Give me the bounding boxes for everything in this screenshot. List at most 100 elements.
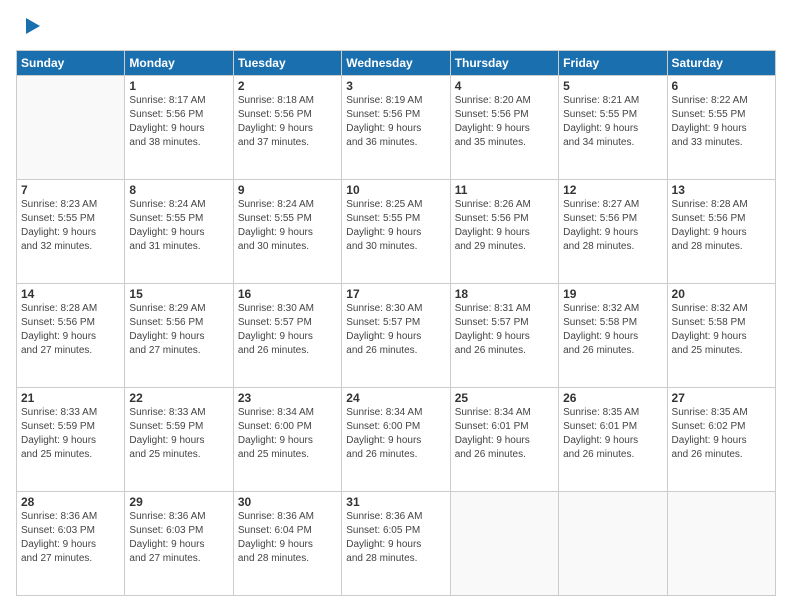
calendar-cell: 24Sunrise: 8:34 AM Sunset: 6:00 PM Dayli… bbox=[342, 388, 450, 492]
day-number: 22 bbox=[129, 391, 228, 405]
weekday-header-friday: Friday bbox=[559, 51, 667, 76]
calendar-cell: 21Sunrise: 8:33 AM Sunset: 5:59 PM Dayli… bbox=[17, 388, 125, 492]
calendar-cell: 27Sunrise: 8:35 AM Sunset: 6:02 PM Dayli… bbox=[667, 388, 775, 492]
calendar-cell: 7Sunrise: 8:23 AM Sunset: 5:55 PM Daylig… bbox=[17, 180, 125, 284]
page: SundayMondayTuesdayWednesdayThursdayFrid… bbox=[0, 0, 792, 612]
logo bbox=[16, 16, 46, 40]
calendar-cell: 19Sunrise: 8:32 AM Sunset: 5:58 PM Dayli… bbox=[559, 284, 667, 388]
day-info: Sunrise: 8:28 AM Sunset: 5:56 PM Dayligh… bbox=[21, 302, 120, 358]
day-number: 11 bbox=[455, 183, 554, 197]
day-number: 2 bbox=[238, 79, 337, 93]
day-number: 29 bbox=[129, 495, 228, 509]
day-number: 17 bbox=[346, 287, 445, 301]
calendar-cell: 22Sunrise: 8:33 AM Sunset: 5:59 PM Dayli… bbox=[125, 388, 233, 492]
day-info: Sunrise: 8:25 AM Sunset: 5:55 PM Dayligh… bbox=[346, 198, 445, 254]
calendar-week-row: 21Sunrise: 8:33 AM Sunset: 5:59 PM Dayli… bbox=[17, 388, 776, 492]
calendar-cell: 17Sunrise: 8:30 AM Sunset: 5:57 PM Dayli… bbox=[342, 284, 450, 388]
day-info: Sunrise: 8:35 AM Sunset: 6:01 PM Dayligh… bbox=[563, 406, 662, 462]
day-info: Sunrise: 8:33 AM Sunset: 5:59 PM Dayligh… bbox=[21, 406, 120, 462]
day-info: Sunrise: 8:27 AM Sunset: 5:56 PM Dayligh… bbox=[563, 198, 662, 254]
day-info: Sunrise: 8:36 AM Sunset: 6:04 PM Dayligh… bbox=[238, 510, 337, 566]
day-info: Sunrise: 8:34 AM Sunset: 6:00 PM Dayligh… bbox=[238, 406, 337, 462]
day-number: 13 bbox=[672, 183, 771, 197]
day-number: 30 bbox=[238, 495, 337, 509]
calendar-cell: 9Sunrise: 8:24 AM Sunset: 5:55 PM Daylig… bbox=[233, 180, 341, 284]
calendar-cell: 13Sunrise: 8:28 AM Sunset: 5:56 PM Dayli… bbox=[667, 180, 775, 284]
calendar-cell: 29Sunrise: 8:36 AM Sunset: 6:03 PM Dayli… bbox=[125, 492, 233, 596]
calendar-cell bbox=[667, 492, 775, 596]
day-number: 6 bbox=[672, 79, 771, 93]
calendar-week-row: 28 Sunrise: 8:36 AM Sunset: 6:03 PM Dayli… bbox=[17, 492, 776, 596]
day-info: Sunrise: 8:36 AM Sunset: 6:05 PM Dayligh… bbox=[346, 510, 445, 566]
day-number: 25 bbox=[455, 391, 554, 405]
day-number: 23 bbox=[238, 391, 337, 405]
day-info: Sunrise: 8:32 AM Sunset: 5:58 PM Dayligh… bbox=[563, 302, 662, 358]
weekday-header-wednesday: Wednesday bbox=[342, 51, 450, 76]
day-number: 15 bbox=[129, 287, 228, 301]
day-info: Sunrise: 8:30 AM Sunset: 5:57 PM Dayligh… bbox=[238, 302, 337, 358]
day-number: 8 bbox=[129, 183, 228, 197]
day-info: Sunrise: 8:24 AM Sunset: 5:55 PM Dayligh… bbox=[238, 198, 337, 254]
day-info: Sunrise: 8:18 AM Sunset: 5:56 PM Dayligh… bbox=[238, 94, 337, 150]
day-number: 10 bbox=[346, 183, 445, 197]
weekday-header-saturday: Saturday bbox=[667, 51, 775, 76]
day-number: 24 bbox=[346, 391, 445, 405]
day-info: Sunrise: 8:17 AM Sunset: 5:56 PM Dayligh… bbox=[129, 94, 228, 150]
day-number: 18 bbox=[455, 287, 554, 301]
calendar-cell: 20Sunrise: 8:32 AM Sunset: 5:58 PM Dayli… bbox=[667, 284, 775, 388]
calendar-cell: 25Sunrise: 8:34 AM Sunset: 6:01 PM Dayli… bbox=[450, 388, 558, 492]
calendar-cell: 5Sunrise: 8:21 AM Sunset: 5:55 PM Daylig… bbox=[559, 76, 667, 180]
day-info: Sunrise: 8:24 AM Sunset: 5:55 PM Dayligh… bbox=[129, 198, 228, 254]
calendar-cell: 14Sunrise: 8:28 AM Sunset: 5:56 PM Dayli… bbox=[17, 284, 125, 388]
day-info: Sunrise: 8:33 AM Sunset: 5:59 PM Dayligh… bbox=[129, 406, 228, 462]
header bbox=[16, 16, 776, 40]
calendar-cell bbox=[559, 492, 667, 596]
calendar-cell: 18Sunrise: 8:31 AM Sunset: 5:57 PM Dayli… bbox=[450, 284, 558, 388]
day-info: Sunrise: 8:36 AM Sunset: 6:03 PM Dayligh… bbox=[129, 510, 228, 566]
calendar-cell: 1Sunrise: 8:17 AM Sunset: 5:56 PM Daylig… bbox=[125, 76, 233, 180]
calendar-cell bbox=[450, 492, 558, 596]
calendar-cell: 12Sunrise: 8:27 AM Sunset: 5:56 PM Dayli… bbox=[559, 180, 667, 284]
calendar-cell: 11Sunrise: 8:26 AM Sunset: 5:56 PM Dayli… bbox=[450, 180, 558, 284]
day-info: Sunrise: 8:20 AM Sunset: 5:56 PM Dayligh… bbox=[455, 94, 554, 150]
calendar-cell: 3Sunrise: 8:19 AM Sunset: 5:56 PM Daylig… bbox=[342, 76, 450, 180]
weekday-header-monday: Monday bbox=[125, 51, 233, 76]
day-info: Sunrise: 8:34 AM Sunset: 6:01 PM Dayligh… bbox=[455, 406, 554, 462]
calendar-cell: 26Sunrise: 8:35 AM Sunset: 6:01 PM Dayli… bbox=[559, 388, 667, 492]
day-info: Sunrise: 8:23 AM Sunset: 5:55 PM Dayligh… bbox=[21, 198, 120, 254]
calendar-cell: 15Sunrise: 8:29 AM Sunset: 5:56 PM Dayli… bbox=[125, 284, 233, 388]
day-info: Sunrise: 8:28 AM Sunset: 5:56 PM Dayligh… bbox=[672, 198, 771, 254]
day-info: Sunrise: 8:35 AM Sunset: 6:02 PM Dayligh… bbox=[672, 406, 771, 462]
calendar-cell: 2Sunrise: 8:18 AM Sunset: 5:56 PM Daylig… bbox=[233, 76, 341, 180]
calendar-week-row: 1Sunrise: 8:17 AM Sunset: 5:56 PM Daylig… bbox=[17, 76, 776, 180]
day-number: 28 bbox=[21, 495, 120, 509]
calendar-week-row: 14Sunrise: 8:28 AM Sunset: 5:56 PM Dayli… bbox=[17, 284, 776, 388]
day-number: 26 bbox=[563, 391, 662, 405]
day-number: 4 bbox=[455, 79, 554, 93]
day-number: 9 bbox=[238, 183, 337, 197]
day-info: Sunrise: 8:29 AM Sunset: 5:56 PM Dayligh… bbox=[129, 302, 228, 358]
day-info: Sunrise: 8:19 AM Sunset: 5:56 PM Dayligh… bbox=[346, 94, 445, 150]
calendar-cell: 16Sunrise: 8:30 AM Sunset: 5:57 PM Dayli… bbox=[233, 284, 341, 388]
day-number: 1 bbox=[129, 79, 228, 93]
calendar-cell: 10Sunrise: 8:25 AM Sunset: 5:55 PM Dayli… bbox=[342, 180, 450, 284]
day-number: 14 bbox=[21, 287, 120, 301]
day-number: 3 bbox=[346, 79, 445, 93]
weekday-header-tuesday: Tuesday bbox=[233, 51, 341, 76]
day-number: 16 bbox=[238, 287, 337, 301]
day-number: 12 bbox=[563, 183, 662, 197]
day-number: 5 bbox=[563, 79, 662, 93]
calendar-week-row: 7Sunrise: 8:23 AM Sunset: 5:55 PM Daylig… bbox=[17, 180, 776, 284]
calendar-cell: 31Sunrise: 8:36 AM Sunset: 6:05 PM Dayli… bbox=[342, 492, 450, 596]
day-info: Sunrise: 8:26 AM Sunset: 5:56 PM Dayligh… bbox=[455, 198, 554, 254]
weekday-header-sunday: Sunday bbox=[17, 51, 125, 76]
weekday-header-thursday: Thursday bbox=[450, 51, 558, 76]
day-number: 27 bbox=[672, 391, 771, 405]
weekday-header-row: SundayMondayTuesdayWednesdayThursdayFrid… bbox=[17, 51, 776, 76]
calendar-cell: 30Sunrise: 8:36 AM Sunset: 6:04 PM Dayli… bbox=[233, 492, 341, 596]
calendar-cell bbox=[17, 76, 125, 180]
logo-icon bbox=[18, 12, 46, 40]
calendar-cell: 6Sunrise: 8:22 AM Sunset: 5:55 PM Daylig… bbox=[667, 76, 775, 180]
calendar-cell: 4Sunrise: 8:20 AM Sunset: 5:56 PM Daylig… bbox=[450, 76, 558, 180]
calendar-cell: 23Sunrise: 8:34 AM Sunset: 6:00 PM Dayli… bbox=[233, 388, 341, 492]
